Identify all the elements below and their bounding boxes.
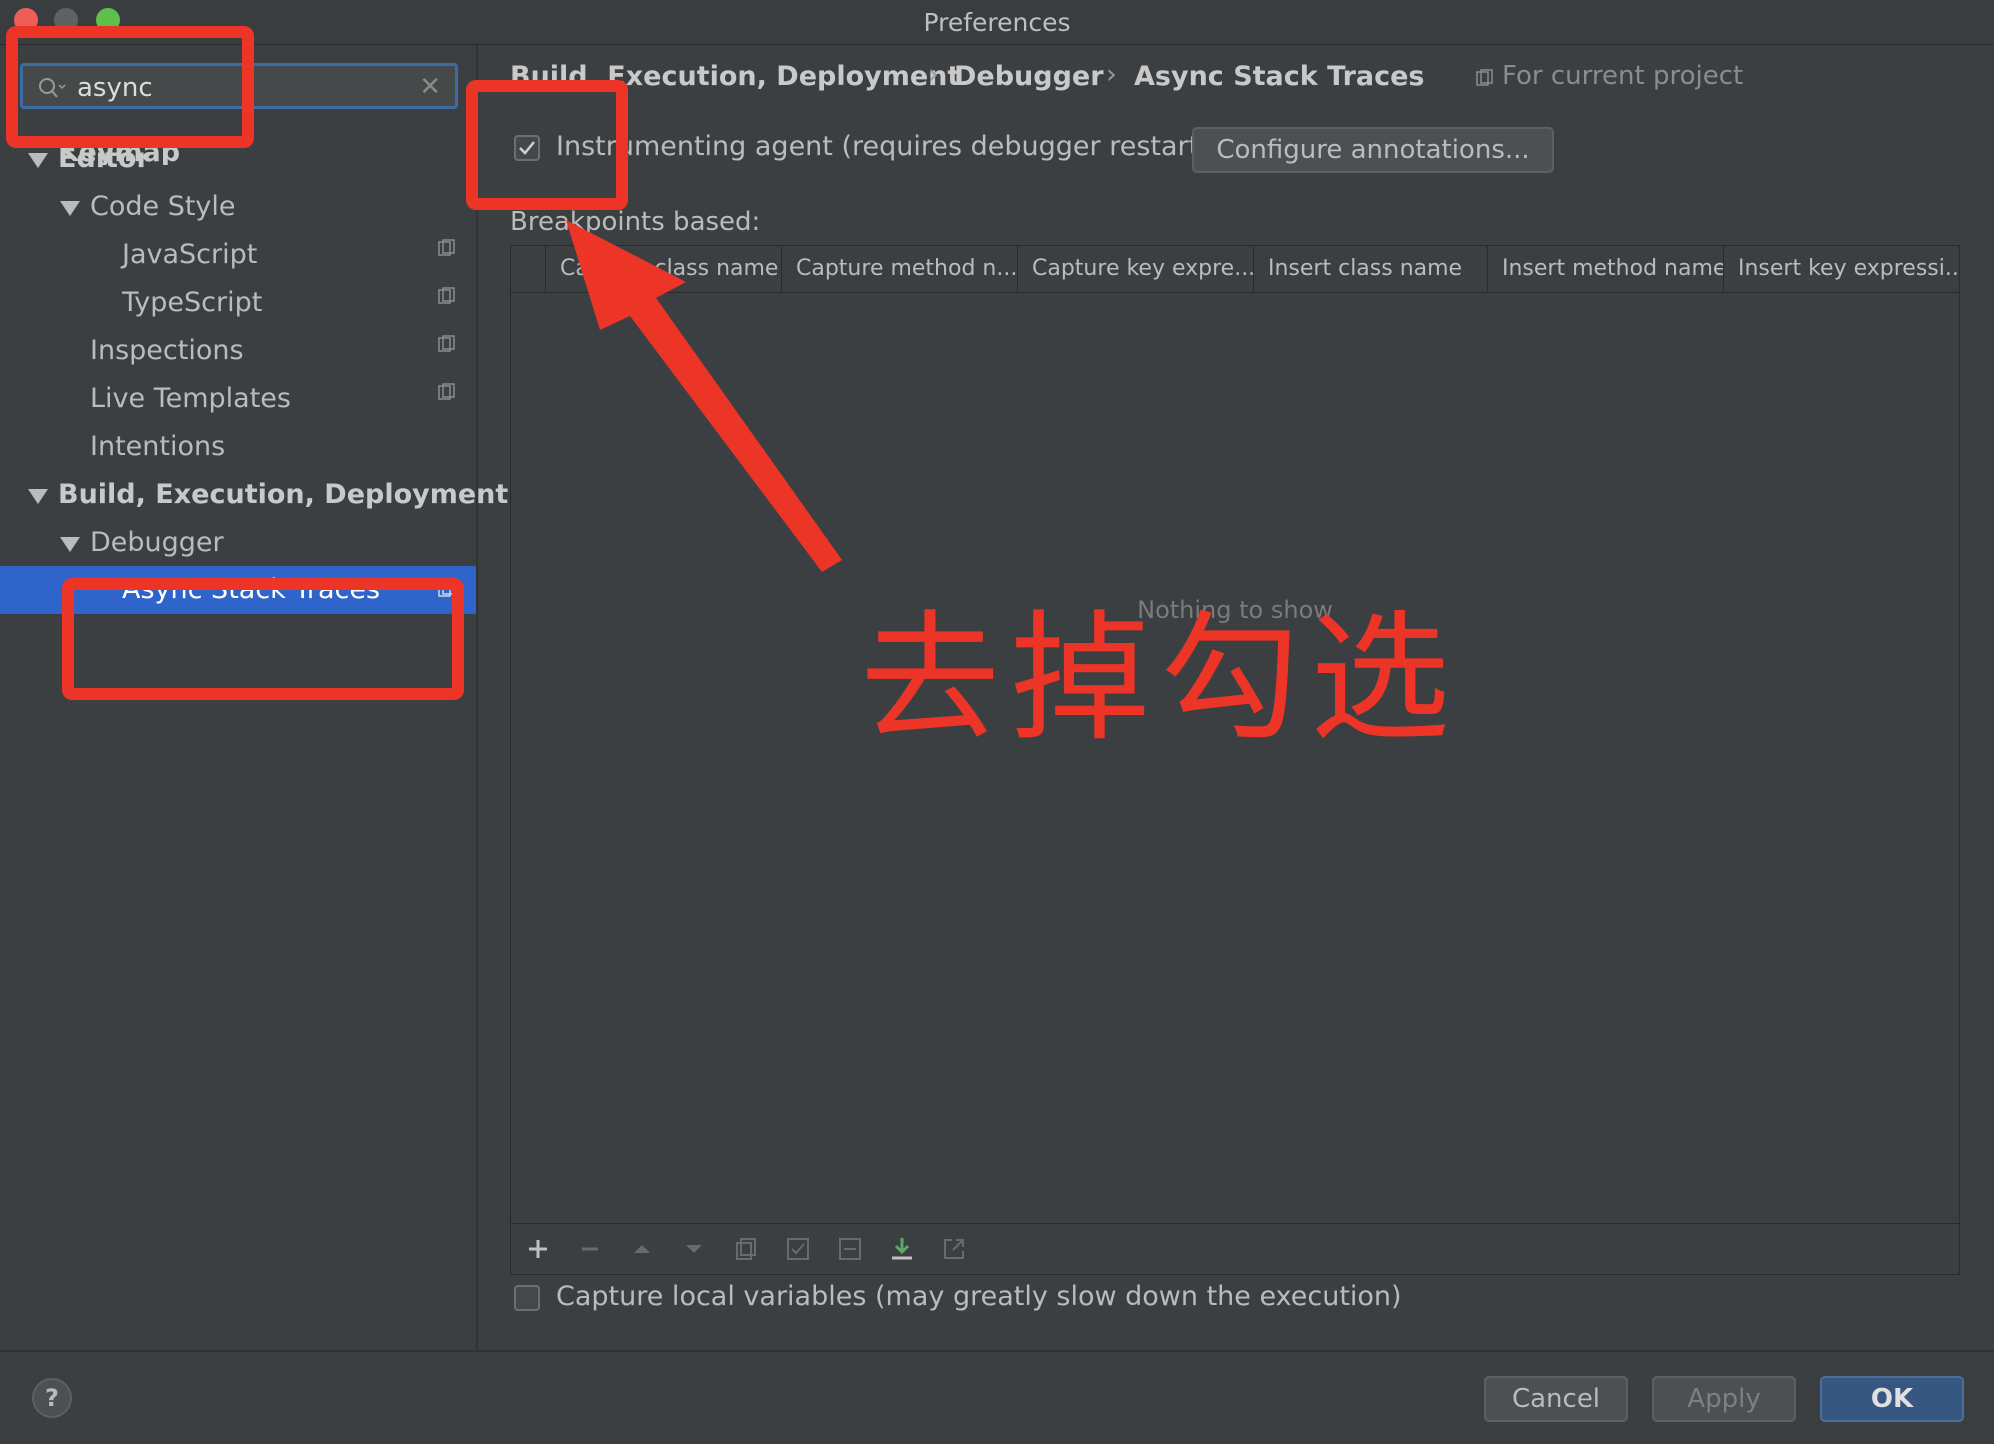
uncheck-icon[interactable]	[835, 1234, 865, 1264]
check-icon[interactable]	[783, 1234, 813, 1264]
project-scope-icon	[1476, 69, 1493, 86]
project-scope-icon	[438, 287, 455, 304]
apply-button[interactable]: Apply	[1652, 1376, 1796, 1422]
table-toolbar	[511, 1223, 1959, 1274]
ok-button[interactable]: OK	[1820, 1376, 1964, 1422]
add-icon[interactable]	[523, 1234, 553, 1264]
sidebar-item-code-style[interactable]: Code Style	[90, 191, 236, 222]
capture-local-variables-checkbox[interactable]	[514, 1285, 540, 1311]
annotation-highlight-checkbox	[466, 80, 628, 210]
breadcrumb-item[interactable]: Debugger	[954, 61, 1104, 92]
scope-label: For current project	[1502, 61, 1744, 91]
sidebar-item-inspections[interactable]: Inspections	[90, 335, 244, 366]
project-scope-icon	[438, 239, 455, 256]
column-header[interactable]: Capture key expre...	[1017, 246, 1253, 292]
column-header[interactable]: Insert method name	[1487, 246, 1723, 292]
annotation-arrow-icon	[566, 220, 842, 572]
sidebar-item-typescript[interactable]: TypeScript	[122, 287, 262, 318]
annotation-highlight-selected	[62, 578, 464, 700]
help-button[interactable]: ?	[32, 1378, 72, 1418]
breadcrumb-separator: ›	[928, 59, 939, 90]
project-scope-icon	[438, 335, 455, 352]
column-header[interactable]: Insert class name	[1253, 246, 1487, 292]
title-bar: Preferences	[0, 0, 1994, 45]
sidebar-item-build-execution-deployment[interactable]: Build, Execution, Deployment	[58, 479, 508, 510]
annotation-highlight-search	[6, 26, 254, 148]
window-title: Preferences	[923, 8, 1071, 37]
sidebar-item-javascript[interactable]: JavaScript	[122, 239, 257, 270]
breadcrumb-separator: ›	[1106, 59, 1117, 90]
expand-build-icon[interactable]	[28, 489, 48, 504]
column-header[interactable]: Insert key expressi...	[1723, 246, 1959, 292]
cancel-button[interactable]: Cancel	[1484, 1376, 1628, 1422]
move-down-icon[interactable]	[679, 1234, 709, 1264]
expand-debugger-icon[interactable]	[60, 537, 80, 552]
sidebar-item-intentions[interactable]: Intentions	[90, 431, 225, 462]
dialog-footer: ? Cancel Apply OK	[0, 1350, 1994, 1444]
import-icon[interactable]	[887, 1234, 917, 1264]
annotation-text: 去掉勾选	[860, 598, 1461, 761]
copy-icon[interactable]	[731, 1234, 761, 1264]
remove-icon[interactable]	[575, 1234, 605, 1264]
breadcrumb-current: Async Stack Traces	[1134, 61, 1425, 92]
move-up-icon[interactable]	[627, 1234, 657, 1264]
export-icon[interactable]	[939, 1234, 969, 1264]
expand-editor-icon[interactable]	[28, 153, 48, 168]
project-scope-icon	[438, 383, 455, 400]
preferences-window: Preferences ✕ Keymap Editor Code Style J…	[0, 0, 1994, 1444]
clear-search-icon[interactable]: ✕	[419, 74, 441, 100]
sidebar-item-debugger[interactable]: Debugger	[90, 527, 224, 558]
capture-local-variables-label[interactable]: Capture local variables (may greatly slo…	[556, 1281, 1402, 1312]
instrumenting-agent-label[interactable]: Instrumenting agent (requires debugger r…	[556, 131, 1210, 162]
sidebar-item-live-templates[interactable]: Live Templates	[90, 383, 291, 414]
configure-annotations-button[interactable]: Configure annotations...	[1192, 127, 1554, 173]
expand-code-style-icon[interactable]	[60, 201, 80, 216]
